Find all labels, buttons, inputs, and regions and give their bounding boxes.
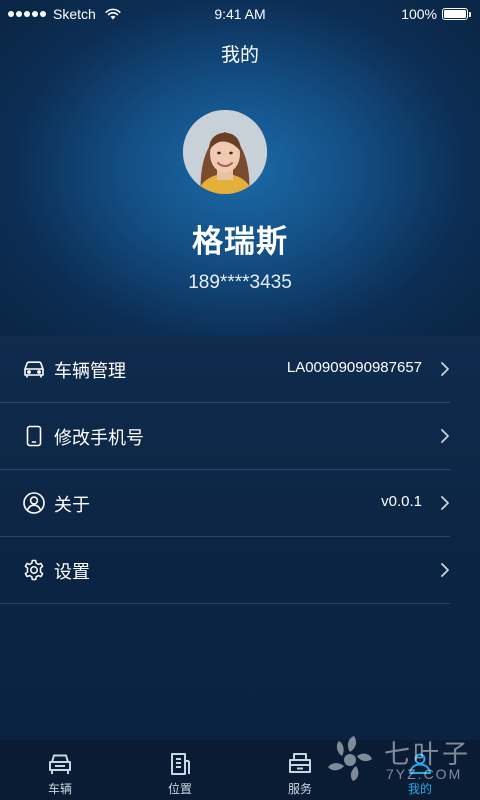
tab-label: 车辆 (47, 782, 72, 796)
menu-item-label: 关于 (54, 495, 90, 516)
menu-item-about[interactable]: 关于 v0.0.1 (0, 470, 450, 537)
tab-label: 位置 (167, 782, 192, 796)
chevron-right-icon (441, 563, 449, 577)
watermark: 七叶子 7YZ.COM (326, 730, 474, 792)
tab-vehicle[interactable]: 车辆 (0, 740, 120, 800)
tab-location[interactable]: 位置 (120, 740, 240, 800)
car-front-icon (49, 754, 71, 774)
battery-percent: 100% (401, 6, 437, 22)
battery-icon (442, 8, 471, 20)
menu-item-label: 车辆管理 (54, 361, 126, 382)
avatar[interactable] (183, 110, 267, 194)
menu-item-settings[interactable]: 设置 (0, 537, 450, 604)
menu-item-vehicle-management[interactable]: 车辆管理 LA00909090987657 (0, 336, 450, 403)
profile-screen: Sketch 9:41 AM 100% 我的 格瑞斯 189****3435 车… (0, 0, 480, 800)
building-icon (171, 753, 190, 775)
service-icon (289, 753, 311, 773)
chevron-right-icon (441, 496, 449, 510)
page-title: 我的 (220, 44, 259, 66)
menu-item-label: 修改手机号 (54, 428, 144, 449)
user-circle-icon (23, 492, 45, 514)
menu-item-change-phone[interactable]: 修改手机号 (0, 403, 450, 470)
menu-item-label: 设置 (54, 562, 90, 583)
chevron-right-icon (441, 429, 449, 443)
gear-icon (24, 559, 44, 581)
vehicle-vin: LA00909090987657 (286, 359, 422, 376)
user-name: 格瑞斯 (192, 224, 288, 260)
car-icon (24, 361, 44, 378)
avatar-photo (183, 110, 267, 194)
status-bar: Sketch 9:41 AM 100% (0, 0, 480, 28)
watermark-domain: 7YZ.COM (386, 766, 463, 782)
profile-header: Sketch 9:41 AM 100% 我的 格瑞斯 189****3435 (0, 0, 480, 336)
leaf-logo-icon (328, 736, 372, 781)
menu-list: 车辆管理 LA00909090987657 修改手机号 关于 v0.0.1 设置 (0, 336, 480, 740)
status-right: 100% (401, 6, 471, 22)
app-version: v0.0.1 (381, 493, 422, 510)
chevron-right-icon (441, 362, 449, 376)
phone-icon (26, 425, 42, 447)
user-phone: 189****3435 (188, 272, 292, 293)
